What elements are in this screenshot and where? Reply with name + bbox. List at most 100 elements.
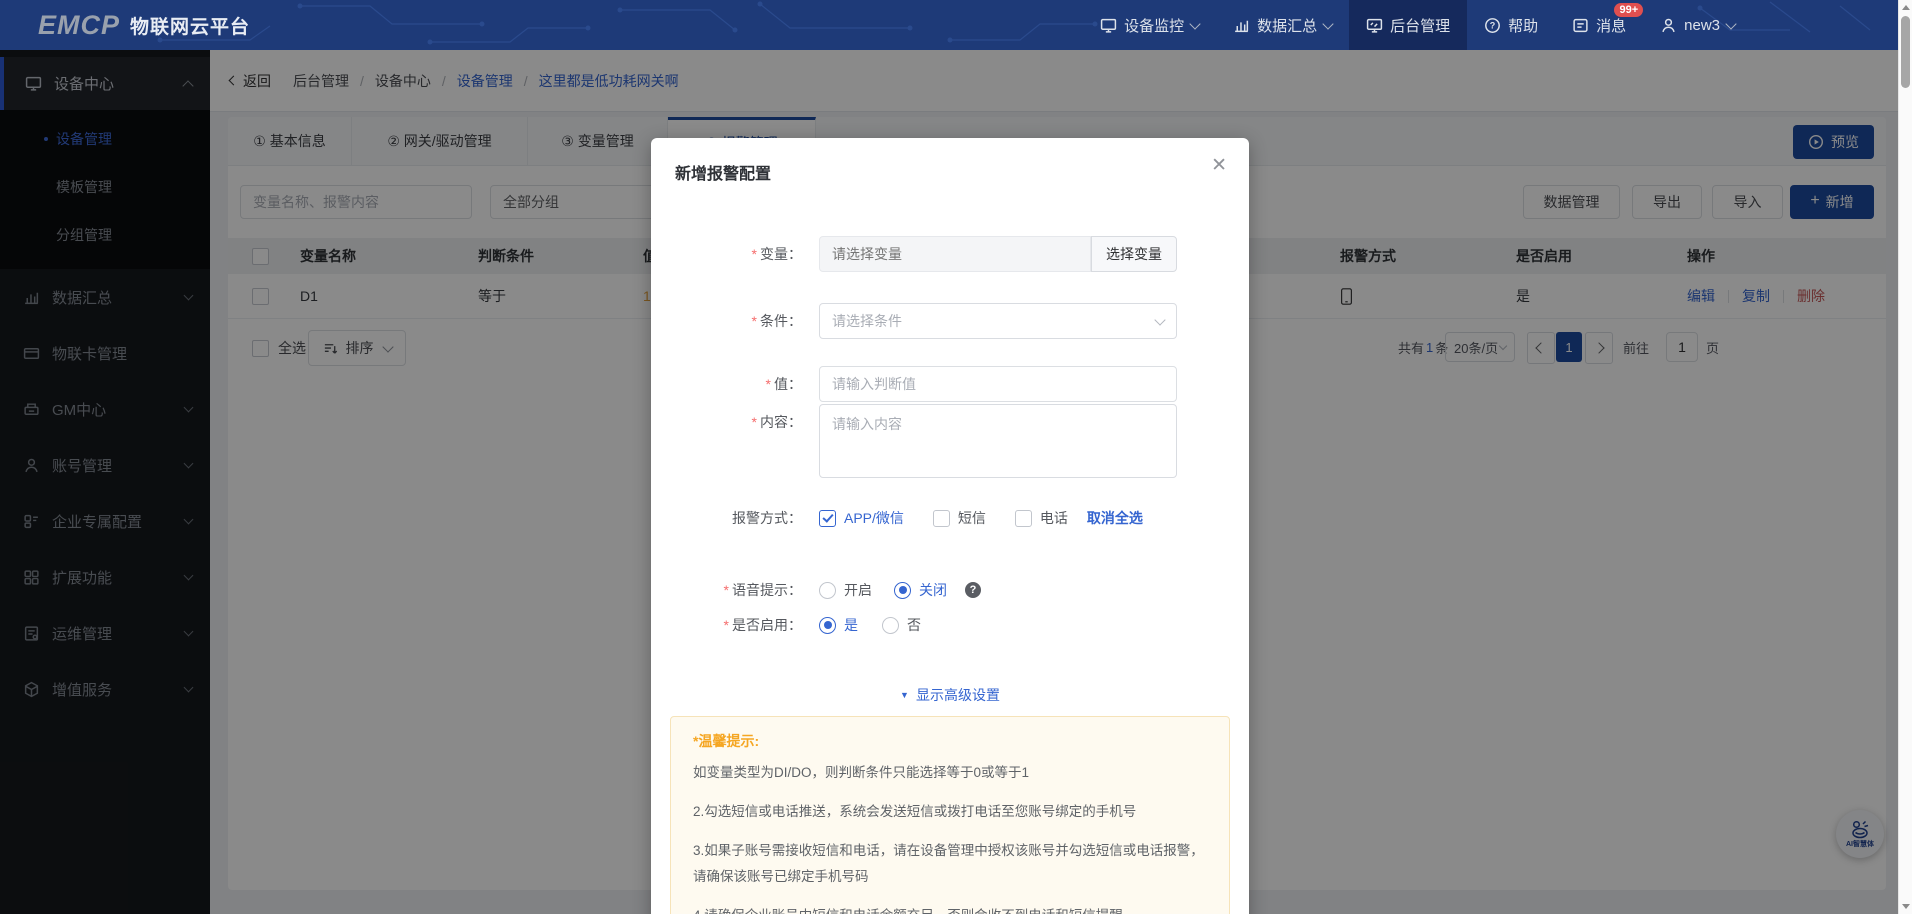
field-label: * 变量：	[752, 244, 802, 264]
checkbox-icon[interactable]	[932, 509, 950, 527]
option-enable-yes[interactable]: 是	[844, 615, 858, 635]
nav-item-help[interactable]: ? 帮助	[1467, 0, 1555, 50]
radio-icon[interactable]	[819, 581, 836, 599]
nav-item-label: 后台管理	[1390, 17, 1451, 35]
field-condition: * 条件： 请选择条件	[651, 303, 1249, 339]
nav-item-label: new3	[1684, 16, 1720, 34]
scroll-down-icon[interactable]	[1902, 904, 1910, 909]
alarm-method-options: APP/微信 短信 电话 取消全选	[819, 508, 1249, 528]
nav-item-data-summary[interactable]: 数据汇总	[1216, 0, 1349, 50]
field-label-text: 内容：	[760, 414, 802, 430]
nav-item-label: 数据汇总	[1257, 17, 1318, 35]
enable-options: 是 否	[819, 615, 1119, 635]
chevron-down-icon	[1154, 313, 1166, 326]
field-label-text: 是否启用：	[732, 617, 802, 633]
required-mark: *	[723, 582, 729, 598]
select-variable-button[interactable]: 选择变量	[1091, 236, 1177, 272]
show-advanced-settings-link[interactable]: ▼ 显示高级设置	[900, 685, 1000, 705]
platform-name: 物联网云平台	[130, 16, 251, 38]
triangle-down-icon: ▼	[900, 690, 909, 700]
nav-item-user[interactable]: new3	[1643, 0, 1752, 50]
chart-icon	[1235, 20, 1249, 32]
add-alarm-config-dialog: 新增报警配置 ✕ *变量： 选择变量 *条件： 请选择条件	[651, 138, 1249, 914]
content-textarea-wrap	[819, 404, 1177, 483]
content-textarea[interactable]	[819, 404, 1177, 478]
field-label: * 语音提示：	[724, 580, 802, 600]
radio-checked-icon[interactable]	[819, 616, 836, 634]
field-value: * 值：	[651, 366, 1249, 402]
chevron-down-icon	[1322, 17, 1334, 30]
required-mark: *	[751, 313, 757, 329]
dialog-title: 新增报警配置	[675, 166, 772, 183]
nav-item-device-monitor[interactable]: 设备监控	[1083, 0, 1216, 50]
field-label-text: 变量：	[760, 246, 802, 262]
checkbox-checked-icon[interactable]	[819, 509, 836, 527]
variable-input-group: 选择变量	[819, 236, 1177, 272]
required-mark: *	[751, 246, 757, 262]
page-scrollbar[interactable]	[1898, 0, 1912, 914]
warm-tips-line: 4.请确保企业账号中短信和电话余额充足，否则会收不到电话和短信提醒	[693, 903, 1207, 914]
value-input[interactable]	[819, 366, 1177, 402]
nav-item-label: 帮助	[1508, 17, 1539, 35]
scroll-up-icon[interactable]	[1902, 5, 1910, 10]
user-icon	[1662, 18, 1675, 32]
app-root: EMCP 物联网云平台 设备监控 数据汇总 后台管理 ? 帮助 消息 99+ n…	[0, 0, 1912, 914]
radio-checked-icon[interactable]	[894, 581, 911, 599]
field-voice-prompt: * 语音提示： 开启 关闭 ?	[651, 577, 1249, 601]
monitor-icon	[1100, 18, 1117, 33]
option-voice-off[interactable]: 关闭	[919, 580, 947, 600]
field-alarm-method: 报警方式： APP/微信 短信 电话 取消全选	[651, 505, 1249, 529]
nav-item-admin[interactable]: 后台管理	[1349, 0, 1468, 50]
navbar-menu: 设备监控 数据汇总 后台管理 ? 帮助 消息 99+ new3	[1083, 0, 1752, 50]
field-label: * 是否启用：	[724, 615, 802, 635]
close-icon[interactable]: ✕	[1211, 156, 1227, 175]
help-icon[interactable]: ?	[965, 582, 981, 598]
message-icon	[1573, 18, 1588, 32]
help-icon: ?	[1485, 17, 1501, 33]
field-label-text: 条件：	[760, 313, 802, 329]
svg-text:?: ?	[1490, 20, 1496, 30]
warm-tips-line: 2.勾选短信或电话推送，系统会发送短信或拨打电话至您账号绑定的手机号	[693, 804, 1137, 819]
warm-tips-box: *温馨提示: 如变量类型为DI/DO，则判断条件只能选择等于0或等于1 2.勾选…	[670, 716, 1230, 914]
message-count-badge: 99+	[1614, 3, 1644, 17]
value-input-wrap	[819, 366, 1177, 402]
console-icon	[1366, 18, 1383, 33]
option-voice-on[interactable]: 开启	[844, 580, 872, 600]
scrollbar-thumb[interactable]	[1901, 16, 1910, 88]
required-mark: *	[723, 617, 729, 633]
advanced-settings-label: 显示高级设置	[915, 687, 1000, 703]
warm-tips-line: 如变量类型为DI/DO，则判断条件只能选择等于0或等于1	[693, 765, 1030, 780]
select-variable-label: 选择变量	[1106, 246, 1162, 262]
chevron-down-icon	[1725, 17, 1737, 30]
field-label-text: 值：	[774, 376, 802, 392]
field-label-text: 语音提示：	[732, 582, 802, 598]
nav-item-label: 设备监控	[1124, 17, 1185, 35]
field-label: * 值：	[766, 374, 802, 394]
required-mark: *	[751, 414, 757, 430]
option-phone[interactable]: 电话	[1040, 508, 1068, 528]
option-sms[interactable]: 短信	[958, 508, 986, 528]
field-content: * 内容：	[651, 404, 1249, 478]
condition-placeholder: 请选择条件	[832, 313, 902, 329]
condition-select[interactable]: 请选择条件	[819, 303, 1177, 339]
field-label-text: 报警方式：	[732, 510, 802, 526]
top-navbar: EMCP 物联网云平台 设备监控 数据汇总 后台管理 ? 帮助 消息 99+ n…	[0, 0, 1912, 50]
nav-item-messages[interactable]: 消息 99+	[1555, 0, 1644, 50]
field-label: * 内容：	[752, 412, 802, 432]
radio-icon[interactable]	[882, 616, 899, 634]
chevron-down-icon	[1189, 17, 1201, 30]
voice-options: 开启 关闭 ?	[819, 580, 1119, 600]
option-enable-no[interactable]: 否	[907, 615, 921, 635]
variable-input[interactable]	[819, 236, 1091, 272]
field-label: 报警方式：	[732, 508, 802, 528]
checkbox-icon[interactable]	[1014, 509, 1032, 527]
logo-text: EMCP	[38, 9, 121, 40]
field-enable: * 是否启用： 是 否	[651, 612, 1249, 636]
field-variable: *变量： 选择变量	[651, 236, 1249, 272]
warm-tips-line: 3.如果子账号需接收短信和电话，请在设备管理中授权该账号并勾选短信或电话报警，请…	[693, 843, 1204, 884]
required-mark: *	[765, 376, 771, 392]
cancel-select-all-link[interactable]: 取消全选	[1087, 508, 1143, 528]
field-label: * 条件：	[752, 311, 802, 331]
option-app-wechat[interactable]: APP/微信	[844, 508, 904, 528]
warm-tips-title: *温馨提示:	[693, 733, 760, 749]
